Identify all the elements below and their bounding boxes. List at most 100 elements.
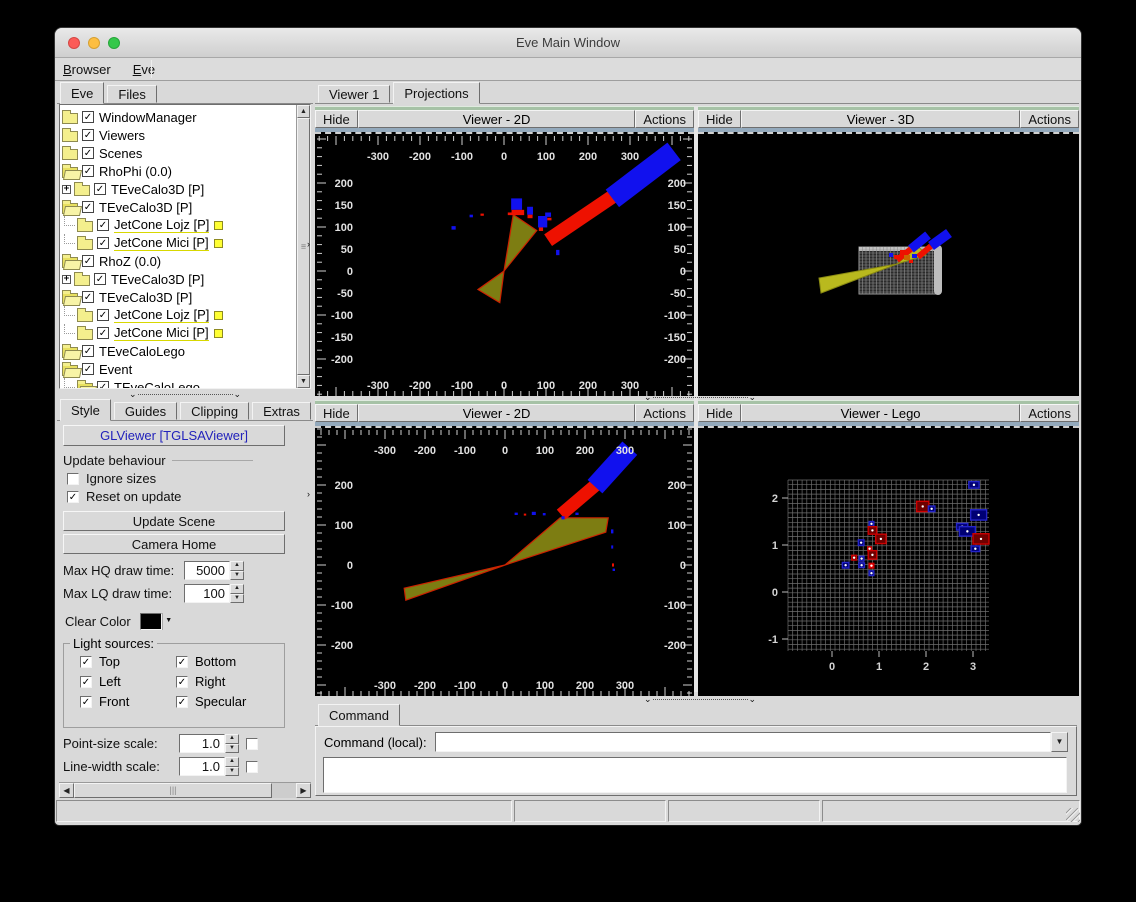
tab-style[interactable]: Style (60, 399, 111, 421)
tree-item-label[interactable]: JetCone Mici [P] (114, 235, 209, 251)
spin-up-icon[interactable]: ▲ (230, 561, 244, 571)
hide-button[interactable]: Hide (698, 110, 741, 128)
command-splitter[interactable]: ⌄ ⌄ (615, 695, 785, 704)
tree-item-label[interactable]: Viewers (99, 128, 145, 143)
checkbox-icon[interactable]: ✓ (67, 490, 79, 503)
spin-up-icon[interactable]: ▲ (230, 584, 244, 594)
tree-item[interactable]: ✓ JetCone Lojz [P] (62, 216, 224, 234)
viewer-3d-canvas[interactable] (698, 132, 1079, 396)
tab-clipping[interactable]: Clipping (180, 402, 250, 420)
scroll-left-icon[interactable]: ◀ (59, 783, 74, 798)
update-scene-button[interactable]: Update Scene (63, 511, 285, 531)
tree-item[interactable]: ✓ TEveCaloLego (62, 378, 200, 389)
tab-eve[interactable]: Eve (60, 82, 105, 104)
tree-item[interactable]: ✓ JetCone Mici [P] (62, 234, 223, 252)
light-source-checkbox[interactable]: ✓ Left (80, 674, 176, 689)
checkbox-icon[interactable]: ✓ (80, 695, 92, 708)
light-source-checkbox[interactable]: ✓ Top (80, 654, 176, 669)
tree-item[interactable]: ✓ Viewers (62, 126, 145, 144)
checkbox-icon[interactable] (246, 737, 258, 750)
tree-checkbox[interactable]: ✓ (97, 237, 109, 249)
hide-button[interactable]: Hide (315, 404, 358, 422)
light-source-checkbox[interactable]: ✓ Right (176, 674, 278, 689)
tree-item-label[interactable]: TEveCaloLego (99, 344, 185, 359)
tab-extras[interactable]: Extras (252, 402, 311, 420)
tree-item-label[interactable]: Event (99, 362, 132, 377)
tree-item-label[interactable]: TEveCalo3D [P] (99, 200, 192, 215)
max-hq-spinner[interactable]: 5000 ▲ ▼ (184, 561, 244, 580)
tree-item-label[interactable]: RhoZ (0.0) (99, 254, 161, 269)
tree-checkbox[interactable]: ✓ (97, 381, 109, 388)
viewer-title[interactable]: Viewer - 2D (357, 110, 636, 128)
max-hq-value[interactable]: 5000 (184, 561, 230, 580)
tree-checkbox[interactable]: ✓ (82, 291, 94, 303)
expander-plus-icon[interactable]: + (62, 274, 71, 284)
tree-item-label[interactable]: TEveCaloLego (114, 380, 200, 389)
scale-spinner[interactable]: 1.0 ▲ ▼ (179, 734, 239, 753)
expander-plus-icon[interactable]: + (62, 184, 71, 194)
light-source-checkbox[interactable]: ✓ Bottom (176, 654, 278, 669)
tree-item-label[interactable]: RhoPhi (0.0) (99, 164, 172, 179)
tree-checkbox[interactable]: ✓ (82, 201, 94, 213)
checkbox-icon[interactable] (246, 760, 258, 773)
viewer-2d-top-canvas[interactable]: -300 -300 -200 -200 -100 -100 0 0 100 100 200 200 30… (315, 132, 694, 396)
tab-files[interactable]: Files (107, 85, 157, 103)
tree-item-label[interactable]: WindowManager (99, 110, 197, 125)
max-lq-spinner[interactable]: 100 ▲ ▼ (184, 584, 244, 603)
tree-checkbox[interactable]: ✓ (97, 309, 109, 321)
tree-item[interactable]: ✓ RhoPhi (0.0) (62, 162, 172, 180)
left-horizontal-scrollbar[interactable]: ◀ ▶ (59, 782, 311, 798)
tree-item[interactable]: ✓ TEveCalo3D [P] (62, 288, 192, 306)
tree-item[interactable]: ✓ Event (62, 360, 132, 378)
scale-value[interactable]: 1.0 (179, 757, 225, 776)
viewer-title[interactable]: Viewer - 3D (740, 110, 1021, 128)
checkbox-icon[interactable] (67, 472, 79, 485)
actions-button[interactable]: Actions (635, 110, 694, 128)
viewer-2d-bottom-canvas[interactable]: -300 -300 -200 -200 -100 -100 0 0 100 100 200 200 30… (315, 426, 694, 696)
tree-checkbox[interactable]: ✓ (82, 363, 94, 375)
actions-button[interactable]: Actions (1020, 110, 1079, 128)
spin-up-icon[interactable]: ▲ (225, 757, 239, 767)
camera-home-button[interactable]: Camera Home (63, 534, 285, 554)
checkbox-icon[interactable]: ✓ (80, 675, 92, 688)
tree-item-label[interactable]: JetCone Lojz [P] (114, 307, 210, 323)
tree-style-splitter[interactable]: ⌄ ⌄ (77, 389, 293, 399)
command-input[interactable] (434, 732, 1051, 752)
scene-tree[interactable]: ✓ WindowManager ✓ Viewers ✓ Scenes ✓ RhoPhi (0.… (59, 104, 311, 389)
yellow-square-icon[interactable] (214, 310, 224, 320)
tree-checkbox[interactable]: ✓ (97, 219, 109, 231)
spin-down-icon[interactable]: ▼ (230, 570, 244, 580)
tree-item[interactable]: + ✓ TEveCalo3D [P] (62, 270, 204, 288)
viewer-title[interactable]: Viewer - 2D (357, 404, 636, 422)
light-source-checkbox[interactable]: ✓ Front (80, 694, 176, 709)
reset-on-update-checkbox[interactable]: ✓ Reset on update (67, 489, 181, 504)
hide-button[interactable]: Hide (698, 404, 741, 422)
tree-item[interactable]: ✓ JetCone Mici [P] (62, 324, 223, 342)
scale-spinner[interactable]: 1.0 ▲ ▼ (179, 757, 239, 776)
tree-checkbox[interactable]: ✓ (94, 183, 106, 195)
tree-checkbox[interactable]: ✓ (82, 345, 94, 357)
actions-button[interactable]: Actions (1020, 404, 1079, 422)
zoom-window-icon[interactable] (108, 37, 120, 49)
tree-item[interactable]: ✓ TEveCaloLego (62, 342, 185, 360)
command-output[interactable] (323, 757, 1067, 793)
tree-item[interactable]: + ✓ TEveCalo3D [P] (62, 180, 204, 198)
tree-item[interactable]: ✓ JetCone Lojz [P] (62, 306, 224, 324)
chevron-down-icon[interactable]: ▼ (1051, 732, 1068, 752)
tree-item[interactable]: ✓ TEveCalo3D [P] (62, 198, 192, 216)
tree-item[interactable]: ✓ Scenes (62, 144, 142, 162)
tree-checkbox[interactable]: ✓ (82, 147, 94, 159)
chevron-down-icon[interactable]: ▼ (161, 613, 175, 630)
scroll-up-icon[interactable]: ▲ (297, 105, 310, 118)
tree-item-label[interactable]: Scenes (99, 146, 142, 161)
max-lq-value[interactable]: 100 (184, 584, 230, 603)
close-window-icon[interactable] (68, 37, 80, 49)
panel-splitter-handle[interactable]: › (307, 490, 310, 499)
viewer-lego-canvas[interactable]: 0 1 2 3 2 1 0 -1 (698, 426, 1079, 696)
tree-item-label[interactable]: JetCone Mici [P] (114, 325, 209, 341)
minimize-window-icon[interactable] (88, 37, 100, 49)
tree-item[interactable]: ✓ WindowManager (62, 108, 197, 126)
viewer-title[interactable]: Viewer - Lego (740, 404, 1021, 422)
tree-item-label[interactable]: TEveCalo3D [P] (99, 290, 192, 305)
spin-down-icon[interactable]: ▼ (230, 593, 244, 603)
